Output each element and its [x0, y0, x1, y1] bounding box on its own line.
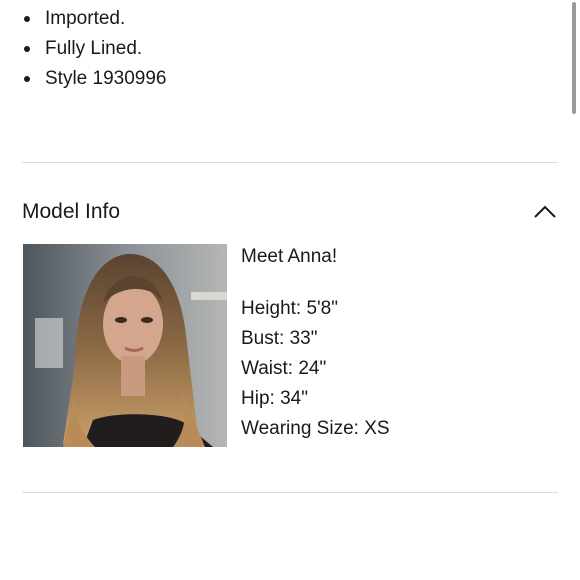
stat-label: Bust:: [241, 328, 285, 349]
model-info-header[interactable]: Model Info: [22, 197, 558, 227]
section-title: Model Info: [22, 200, 121, 223]
bullet-icon: [24, 76, 30, 82]
list-item: Style 1930996: [22, 64, 167, 94]
section-divider: [22, 162, 558, 163]
list-item-text: Style 1930996: [45, 68, 167, 89]
stat-hip: Hip: 34": [241, 384, 390, 414]
list-item: Fully Lined.: [22, 34, 167, 64]
stat-waist: Waist: 24": [241, 354, 390, 384]
stat-label: Wearing Size:: [241, 418, 359, 439]
model-photo: [23, 244, 227, 447]
stat-bust: Bust: 33": [241, 324, 390, 354]
model-greeting: Meet Anna!: [241, 246, 338, 267]
collapse-toggle-button[interactable]: [532, 200, 558, 222]
stat-value: 33": [289, 328, 318, 349]
stat-value: 24": [298, 358, 327, 379]
stat-value: 34": [280, 388, 308, 409]
section-divider: [22, 492, 558, 493]
stat-label: Hip:: [241, 388, 275, 409]
stat-wearing-size: Wearing Size: XS: [241, 414, 390, 444]
stat-label: Waist:: [241, 358, 294, 379]
list-item-text: Imported.: [45, 8, 126, 29]
stat-height: Height: 5'8": [241, 294, 390, 324]
stat-value: XS: [364, 418, 390, 439]
stat-label: Height:: [241, 298, 302, 319]
product-details-list: Imported. Fully Lined. Style 1930996: [22, 4, 167, 94]
stat-value: 5'8": [306, 298, 338, 319]
scrollbar[interactable]: [572, 2, 576, 114]
list-item-text: Fully Lined.: [45, 38, 143, 59]
model-stats: Meet Anna! Height: 5'8" Bust: 33" Waist:…: [241, 242, 390, 444]
bullet-icon: [24, 46, 30, 52]
list-item: Imported.: [22, 4, 167, 34]
chevron-up-icon: [534, 205, 556, 218]
model-photo-image: [23, 244, 227, 447]
bullet-icon: [24, 16, 30, 22]
